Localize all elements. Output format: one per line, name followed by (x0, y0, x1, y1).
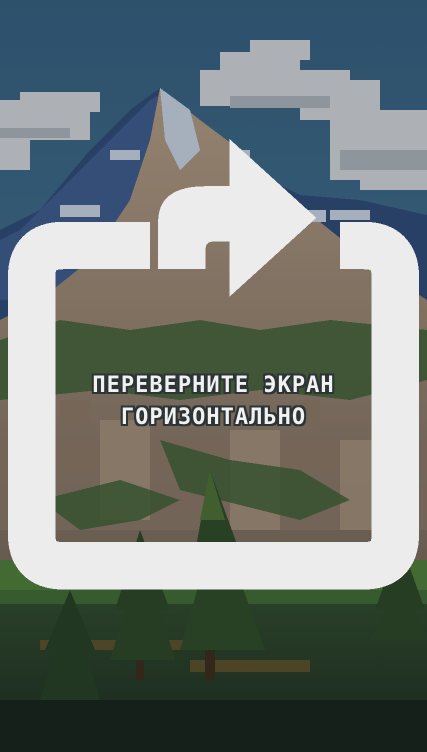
prompt-line-1: ПЕРЕВЕРНИТЕ ЭКРАН (92, 373, 335, 398)
game-viewport: ПЕРЕВЕРНИТЕ ЭКРАН ГОРИЗОНТАЛЬНО (0, 0, 427, 752)
rotate-screen-prompt: ПЕРЕВЕРНИТЕ ЭКРАН ГОРИЗОНТАЛЬНО (0, 370, 427, 434)
prompt-line-2: ГОРИЗОНТАЛЬНО (120, 405, 307, 430)
arrow-icon (158, 138, 317, 297)
